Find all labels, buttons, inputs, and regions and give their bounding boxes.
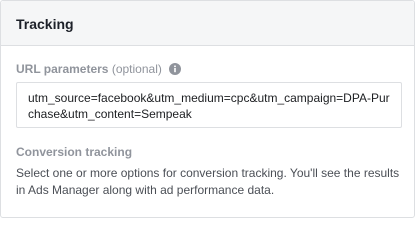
panel-header: Tracking xyxy=(1,1,414,46)
url-parameters-input[interactable]: utm_source=facebook&utm_medium=cpc&utm_c… xyxy=(16,82,402,128)
tracking-panel: Tracking URL parameters (optional) utm_s… xyxy=(0,0,415,218)
optional-text: (optional) xyxy=(111,62,162,76)
conversion-tracking-description: Select one or more options for conversio… xyxy=(16,166,400,197)
panel-title: Tracking xyxy=(16,16,74,32)
url-parameters-label: URL parameters (optional) xyxy=(16,61,182,77)
info-circle-icon[interactable] xyxy=(169,63,182,75)
conversion-tracking-label: Conversion tracking xyxy=(16,145,133,159)
url-parameters-label-text: URL parameters xyxy=(16,62,109,76)
